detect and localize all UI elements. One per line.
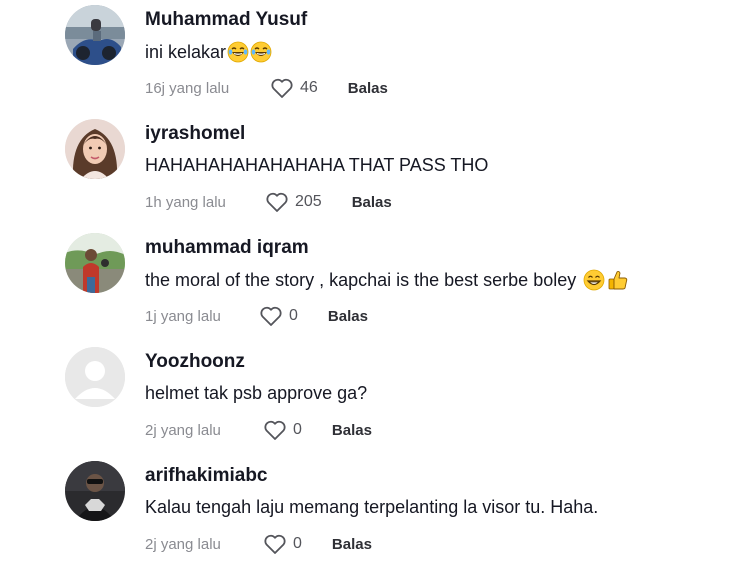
comment-item: arifhakimiabc Kalau tengah laju memang t… — [0, 456, 736, 562]
avatar[interactable] — [65, 461, 125, 521]
reply-button[interactable]: Balas — [348, 80, 388, 97]
comment-text-content: ini kelakar — [145, 41, 227, 62]
reply-button[interactable]: Balas — [332, 422, 372, 439]
like-count: 46 — [300, 79, 318, 96]
comment-text-content: Kalau tengah laju memang terpelanting la… — [145, 497, 599, 517]
comment-text: helmet tak psb approve ga? — [145, 383, 367, 404]
grinning-emoji-icon — [583, 269, 605, 291]
laughing-tears-emoji-icon — [250, 41, 272, 63]
heart-icon — [270, 77, 294, 99]
comment-time: 1j yang lalu — [145, 307, 221, 325]
heart-icon — [263, 419, 287, 441]
comment-username[interactable]: muhammad iqram — [145, 237, 309, 259]
comment-text: the moral of the story , kapchai is the … — [145, 269, 629, 291]
comment-username[interactable]: iyrashomel — [145, 123, 245, 145]
reply-button[interactable]: Balas — [352, 194, 392, 211]
avatar[interactable] — [65, 5, 125, 65]
comment-username[interactable]: Muhammad Yusuf — [145, 9, 307, 31]
comment-meta: 2j yang lalu 0 Balas — [145, 418, 372, 442]
reply-button[interactable]: Balas — [332, 536, 372, 553]
comment-text: Kalau tengah laju memang terpelanting la… — [145, 497, 598, 518]
comment-text-content: the moral of the story , kapchai is the … — [145, 269, 582, 290]
like-count: 0 — [289, 307, 298, 324]
comment-meta: 1j yang lalu 0 Balas — [145, 304, 368, 328]
comment-item: iyrashomel HAHAHAHAHAHAHAHA THAT PASS TH… — [0, 114, 736, 227]
like-button[interactable]: 46 — [270, 77, 318, 99]
comment-text: ini kelakar — [145, 41, 272, 63]
comment-username[interactable]: Yoozhoonz — [145, 351, 245, 373]
comment-time: 1h yang lalu — [145, 193, 226, 211]
comment-time: 2j yang lalu — [145, 535, 221, 553]
comment-meta: 1h yang lalu 205 Balas — [145, 190, 392, 214]
comment-text-content: helmet tak psb approve ga? — [145, 383, 368, 403]
comment-list: Muhammad Yusuf ini kelakar 16j yang lalu… — [0, 0, 736, 562]
comment-time: 2j yang lalu — [145, 421, 221, 439]
reply-button[interactable]: Balas — [328, 308, 368, 325]
thumbs-up-emoji-icon — [607, 269, 629, 291]
like-button[interactable]: 0 — [263, 533, 302, 555]
heart-icon — [265, 191, 289, 213]
comment-username[interactable]: arifhakimiabc — [145, 465, 268, 487]
like-count: 0 — [293, 535, 302, 552]
comment-text-content: HAHAHAHAHAHAHAHA THAT PASS THO — [145, 155, 489, 175]
comment-time: 16j yang lalu — [145, 79, 230, 97]
comment-item: Yoozhoonz helmet tak psb approve ga? 2j … — [0, 342, 736, 455]
heart-icon — [259, 305, 283, 327]
heart-icon — [263, 533, 287, 555]
avatar[interactable] — [65, 347, 125, 407]
like-button[interactable]: 0 — [263, 419, 302, 441]
avatar[interactable] — [65, 119, 125, 179]
comment-item: muhammad iqram the moral of the story , … — [0, 228, 736, 341]
like-button[interactable]: 0 — [259, 305, 298, 327]
laughing-tears-emoji-icon — [227, 41, 249, 63]
comment-meta: 16j yang lalu 46 Balas — [145, 76, 388, 100]
comment-item: Muhammad Yusuf ini kelakar 16j yang lalu… — [0, 0, 736, 113]
comment-meta: 2j yang lalu 0 Balas — [145, 532, 372, 556]
avatar[interactable] — [65, 233, 125, 293]
like-count: 0 — [293, 421, 302, 438]
comment-text: HAHAHAHAHAHAHAHA THAT PASS THO — [145, 155, 488, 176]
like-count: 205 — [295, 193, 322, 210]
like-button[interactable]: 205 — [265, 191, 322, 213]
